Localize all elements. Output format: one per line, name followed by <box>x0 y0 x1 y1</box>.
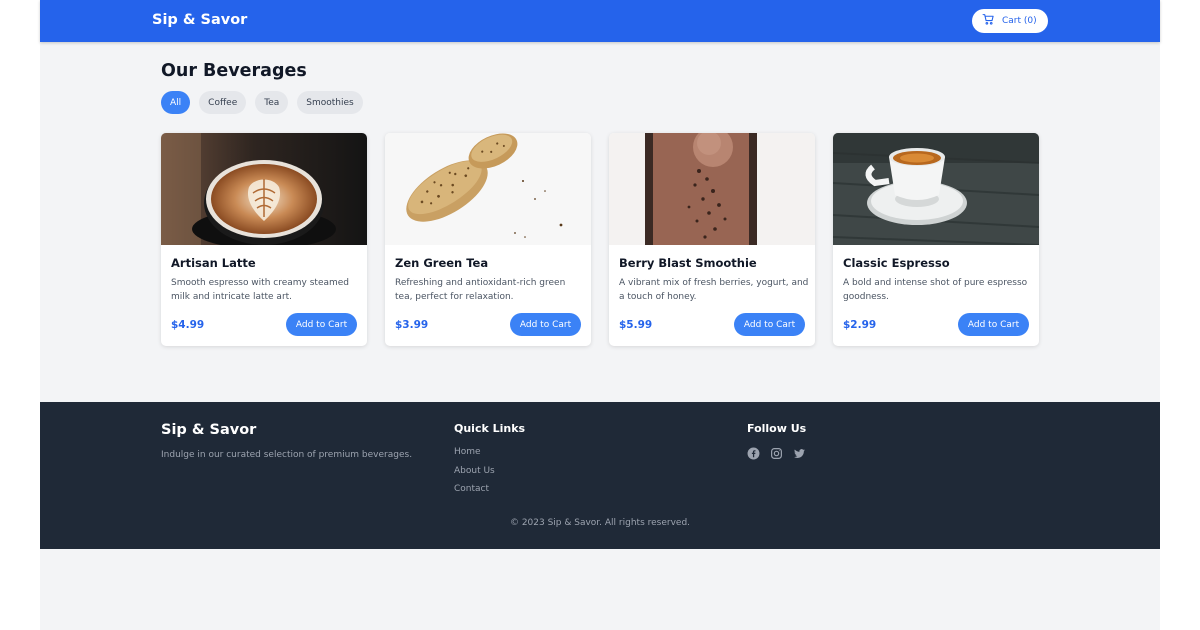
quick-links: Home About Us Contact <box>454 447 495 497</box>
product-name: Berry Blast Smoothie <box>619 256 757 270</box>
product-description: A bold and intense shot of pure espresso… <box>843 278 1028 302</box>
footer-link-home[interactable]: Home <box>454 447 495 460</box>
product-name: Zen Green Tea <box>395 256 489 270</box>
chocolate-drink-photo <box>609 133 815 245</box>
navbar: Sip & Savor Cart (0) <box>40 0 1160 42</box>
add-to-cart-button[interactable]: Add to Cart <box>286 313 357 336</box>
bread-rolls-photo <box>385 133 591 245</box>
product-price: $4.99 <box>171 319 205 331</box>
product-description: Refreshing and antioxidant-rich green te… <box>395 278 566 302</box>
product-name: Classic Espresso <box>843 256 950 270</box>
footer-link-contact[interactable]: Contact <box>454 484 495 497</box>
product-price: $5.99 <box>619 319 653 331</box>
product-grid: Artisan Latte Smooth espresso with cream… <box>161 133 1039 346</box>
facebook-icon[interactable] <box>747 447 760 460</box>
twitter-icon[interactable] <box>793 447 806 460</box>
cart-label: Cart (0) <box>1002 16 1037 26</box>
follow-us-title: Follow Us <box>747 422 807 435</box>
footer-brand: Sip & Savor <box>161 422 257 438</box>
product-description: A vibrant mix of fresh berries, yogurt, … <box>619 278 809 302</box>
filter-all[interactable]: All <box>161 91 191 114</box>
filter-coffee[interactable]: Coffee <box>199 91 247 114</box>
instagram-icon[interactable] <box>770 447 783 460</box>
page: Sip & Savor Cart (0) Our Beverages All C… <box>40 0 1160 630</box>
product-card: Classic Espresso A bold and intense shot… <box>833 133 1039 346</box>
latte-art-photo <box>161 133 367 245</box>
espresso-cup-photo <box>833 133 1039 245</box>
filter-tea[interactable]: Tea <box>255 91 289 114</box>
footer: Sip & Savor Indulge in our curated selec… <box>40 402 1160 549</box>
product-card: Zen Green Tea Refreshing and antioxidant… <box>385 133 591 346</box>
category-filters: All Coffee Tea Smoothies <box>161 91 363 114</box>
add-to-cart-button[interactable]: Add to Cart <box>510 313 581 336</box>
add-to-cart-button[interactable]: Add to Cart <box>734 313 805 336</box>
page-title: Our Beverages <box>161 61 307 81</box>
footer-link-about[interactable]: About Us <box>454 466 495 479</box>
product-price: $2.99 <box>843 319 877 331</box>
copyright: © 2023 Sip & Savor. All rights reserved. <box>509 518 691 528</box>
brand-logo[interactable]: Sip & Savor <box>152 12 247 28</box>
cart-icon <box>982 13 1002 29</box>
product-card: Artisan Latte Smooth espresso with cream… <box>161 133 367 346</box>
quick-links-title: Quick Links <box>454 422 526 435</box>
footer-tagline: Indulge in our curated selection of prem… <box>161 450 413 460</box>
add-to-cart-button[interactable]: Add to Cart <box>958 313 1029 336</box>
product-name: Artisan Latte <box>171 256 256 270</box>
product-card: Berry Blast Smoothie A vibrant mix of fr… <box>609 133 815 346</box>
product-description: Smooth espresso with creamy steamed milk… <box>171 278 350 302</box>
cart-button[interactable]: Cart (0) <box>972 9 1048 33</box>
social-links <box>747 447 806 460</box>
filter-smoothies[interactable]: Smoothies <box>297 91 363 114</box>
product-price: $3.99 <box>395 319 429 331</box>
